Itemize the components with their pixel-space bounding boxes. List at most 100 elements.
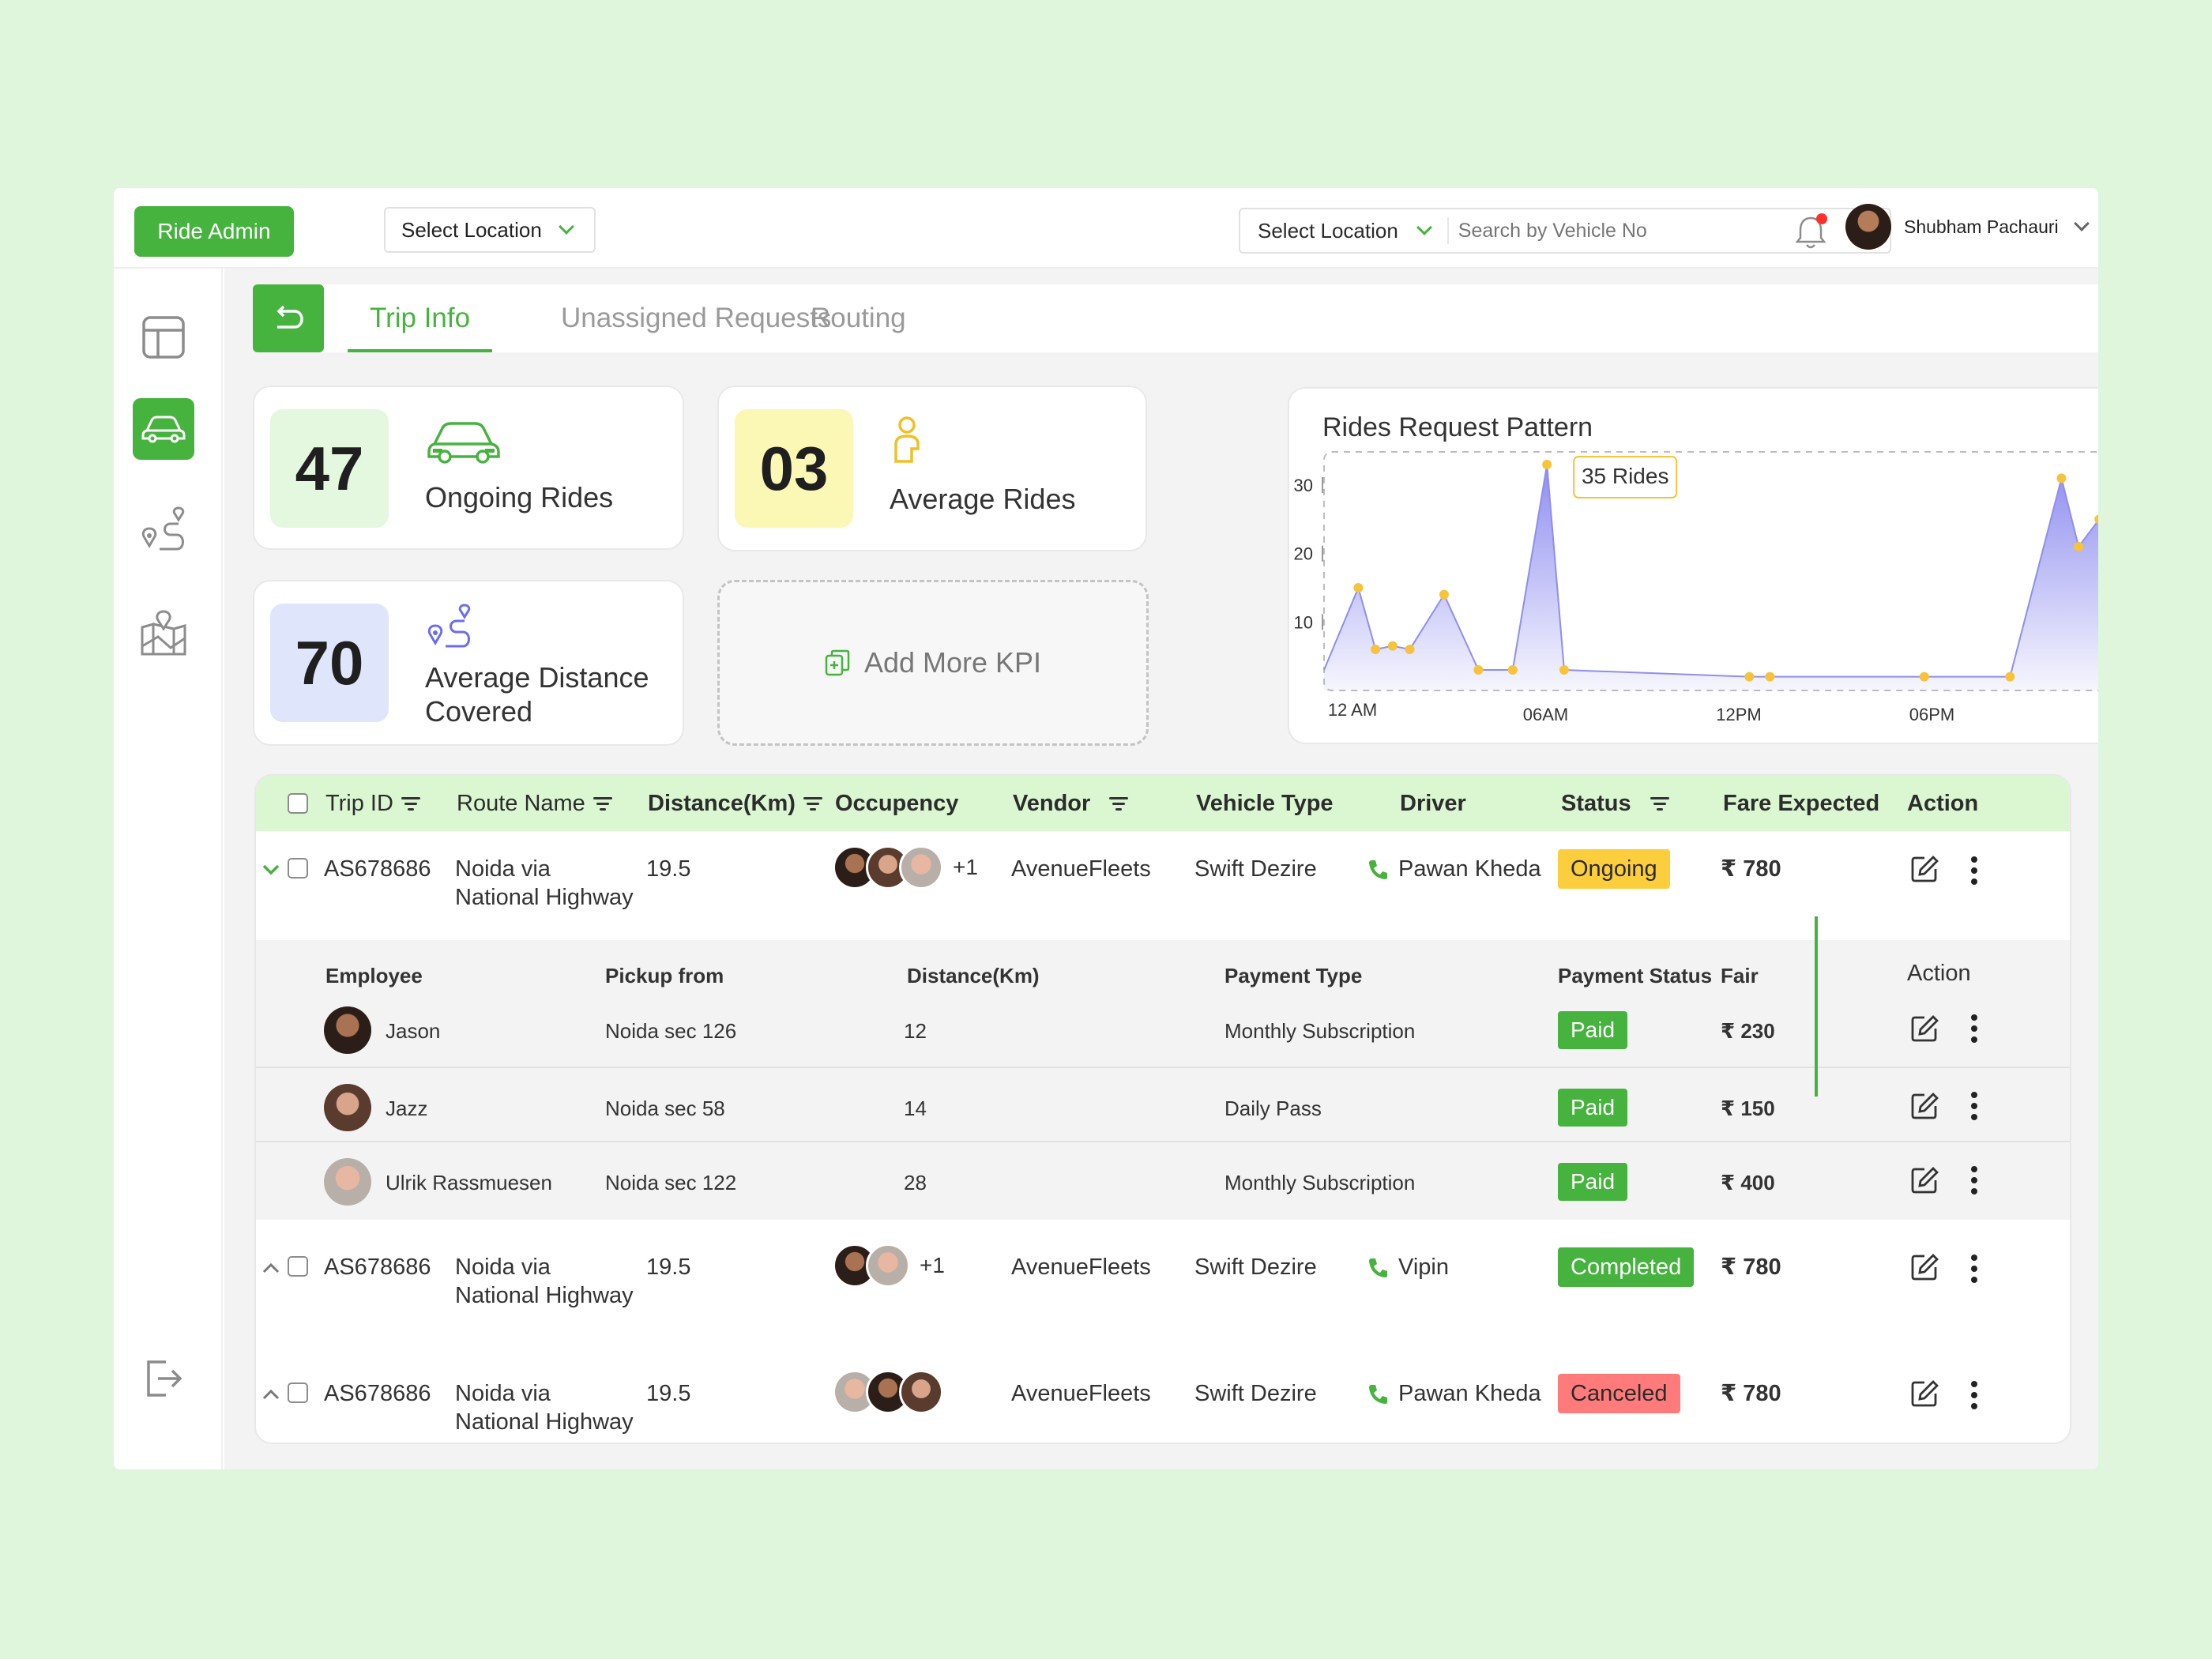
column-status[interactable]: Status [1561,776,1669,831]
status-badge: Ongoing [1558,849,1670,889]
chart-canvas: 10203012 AM 06AM 12PM 06PM 12AM35 Rides [1294,451,2098,724]
sidebar-item-dashboard[interactable] [133,307,194,368]
phone-icon[interactable] [1367,1383,1389,1405]
distance: 19.5 [646,1381,691,1406]
payment-type: Monthly Subscription [1224,1171,1416,1194]
avatar [866,1243,910,1288]
logout-button[interactable] [133,1348,194,1409]
distance: 14 [904,1097,927,1120]
edit-icon[interactable] [1910,1379,1939,1408]
logout-icon [147,1360,182,1397]
search-input[interactable] [1448,219,1765,243]
x-tick-label: 12PM [1716,705,1761,724]
data-point [2005,672,2015,682]
fare: ₹ 780 [1721,1381,1781,1406]
employee-name: Jazz [386,1097,428,1120]
data-point [2074,542,2084,551]
add-kpi-button[interactable]: Add More KPI [717,580,1149,746]
column-label: Driver [1400,790,1466,816]
sidebar-item-rides[interactable] [133,398,194,460]
chevron-down-icon [1416,220,1432,235]
data-point [1439,589,1449,600]
search-location-select[interactable]: Select Location [1240,217,1449,244]
edit-icon[interactable] [1910,1253,1939,1281]
edit-icon[interactable] [1910,855,1939,883]
sub-column-fair: Fair [1721,964,1759,988]
select-all-checkbox[interactable] [288,776,308,831]
more-options-icon[interactable] [1970,856,1978,885]
column-trip-id[interactable]: Trip ID [325,776,420,831]
sub-column-action: Action [1907,961,1971,986]
occupancy-avatars: +1 [833,1243,945,1288]
vehicle-type: Swift Dezire [1194,856,1317,882]
more-options-icon[interactable] [1970,1014,1978,1043]
more-options-icon[interactable] [1970,1255,1978,1283]
fair: ₹ 150 [1721,1097,1775,1120]
driver-name: Vipin [1398,1255,1449,1280]
sub-column-employee: Employee [325,964,423,988]
phone-icon[interactable] [1367,859,1389,881]
driver[interactable]: Vipin [1367,1253,1449,1281]
pickup: Noida sec 58 [605,1097,725,1120]
distance: 19.5 [646,1255,691,1280]
row-checkbox[interactable] [288,1382,308,1403]
sidebar-item-map[interactable] [133,602,194,664]
notification-bell-icon[interactable] [1792,212,1830,251]
edit-icon[interactable] [1910,1014,1939,1043]
driver[interactable]: Pawan Kheda [1367,855,1541,883]
tab-routing[interactable]: Routing [811,284,906,352]
payment-status-badge: Paid [1558,1163,1628,1201]
payment-status-badge: Paid [1558,1011,1628,1049]
divider [256,1066,2070,1068]
row-checkbox[interactable] [288,858,308,878]
edit-icon[interactable] [1910,1092,1939,1120]
avatar [1845,204,1891,250]
brand-button[interactable]: Ride Admin [134,206,294,257]
data-point [1507,665,1518,675]
back-button[interactable] [253,284,324,352]
column-distance[interactable]: Distance(Km) [648,776,822,831]
y-tick-label: 10 [1294,612,1313,632]
status-badge: Canceled [1558,1374,1680,1413]
route-name: Noida via National Highway [455,855,634,912]
more-options-icon[interactable] [1970,1092,1978,1120]
sub-column-payment-type: Payment Type [1224,964,1363,988]
kpi-ongoing-rides: 47 Ongoing Rides [253,386,684,550]
data-point [1744,672,1755,682]
column-label: Fare Expected [1723,790,1880,816]
sidebar-item-routes[interactable] [133,499,194,561]
scrollbar[interactable] [1815,916,1818,1097]
employee-name: Ulrik Rassmuesen [386,1171,552,1194]
chevron-down-icon[interactable] [262,864,280,875]
filter-icon[interactable] [1109,796,1129,811]
chevron-up-icon[interactable] [262,1262,280,1273]
kpi-value: 70 [270,604,389,722]
filter-icon[interactable] [1650,796,1669,811]
column-route-name[interactable]: Route Name [457,776,612,831]
main-content: Trip Info Unassigned Requests Routing 47… [224,269,2098,1469]
avatar [324,1006,371,1054]
route-line: Noida via [455,1255,551,1280]
filter-icon[interactable] [592,796,612,811]
distance: 19.5 [646,856,691,882]
chevron-up-icon[interactable] [262,1389,280,1400]
driver[interactable]: Pawan Kheda [1367,1379,1541,1408]
column-vendor[interactable]: Vendor [1013,776,1129,831]
route-line: Noida via [455,856,551,882]
phone-icon[interactable] [1367,1257,1389,1279]
app-window: Ride Admin Select Location Select Locati… [114,188,2098,1469]
filter-icon[interactable] [401,796,420,811]
row-checkbox[interactable] [288,1256,308,1277]
tab-trip-info[interactable]: Trip Info [347,284,493,352]
edit-icon[interactable] [1910,1166,1939,1194]
tab-unassigned-requests[interactable]: Unassigned Requests [561,284,831,352]
more-options-icon[interactable] [1970,1381,1978,1409]
kpi-label: Average Rides [890,483,1076,515]
more-options-icon[interactable] [1970,1166,1978,1194]
occupancy-avatars: +1 [833,845,978,890]
filter-icon[interactable] [803,796,822,811]
occupancy-extra-count: +1 [920,1253,945,1277]
column-label: Distance(Km) [648,790,796,816]
location-select[interactable]: Select Location [384,207,596,253]
user-profile[interactable]: Shubham Pachauri [1845,204,2090,250]
